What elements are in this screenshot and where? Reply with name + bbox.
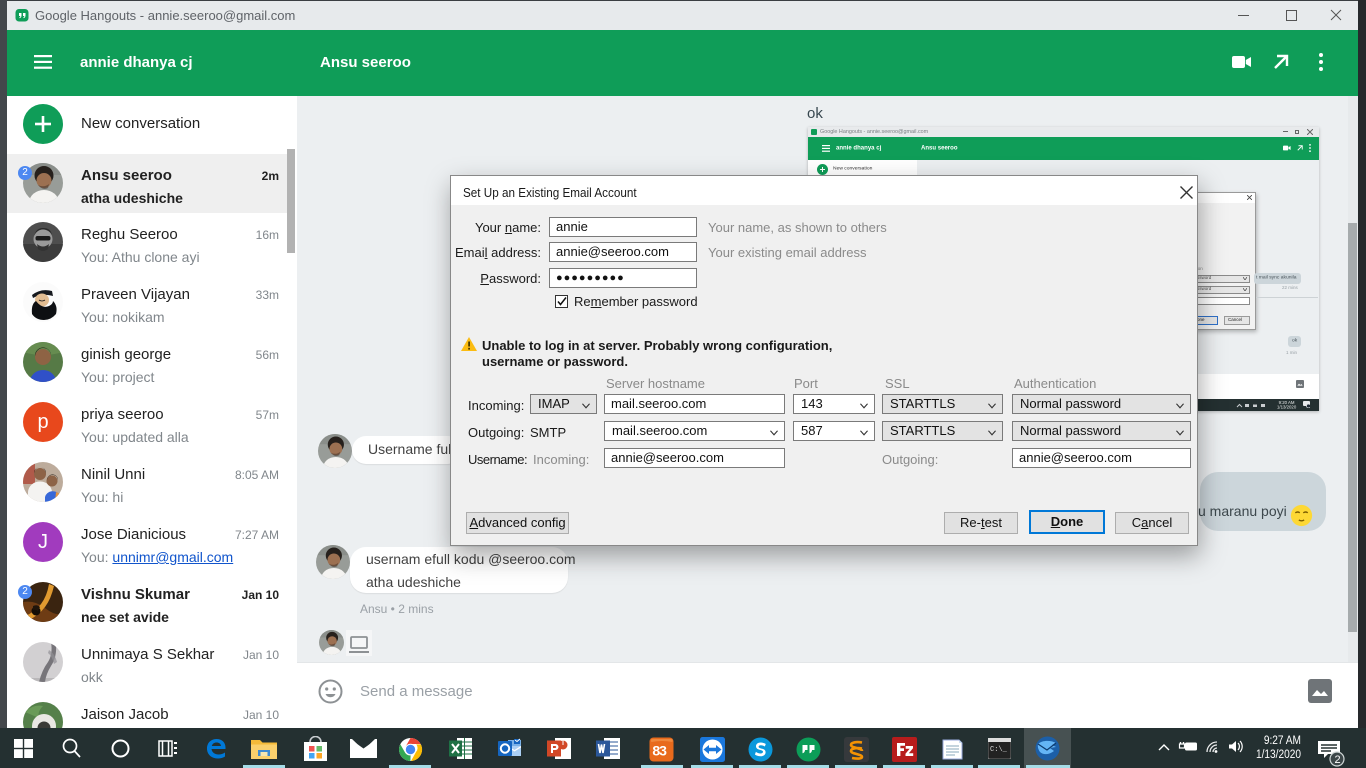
- svg-text:2: 2: [1335, 754, 1341, 766]
- svg-text:83: 83: [652, 743, 667, 759]
- svg-text:C:\_: C:\_: [990, 746, 1008, 754]
